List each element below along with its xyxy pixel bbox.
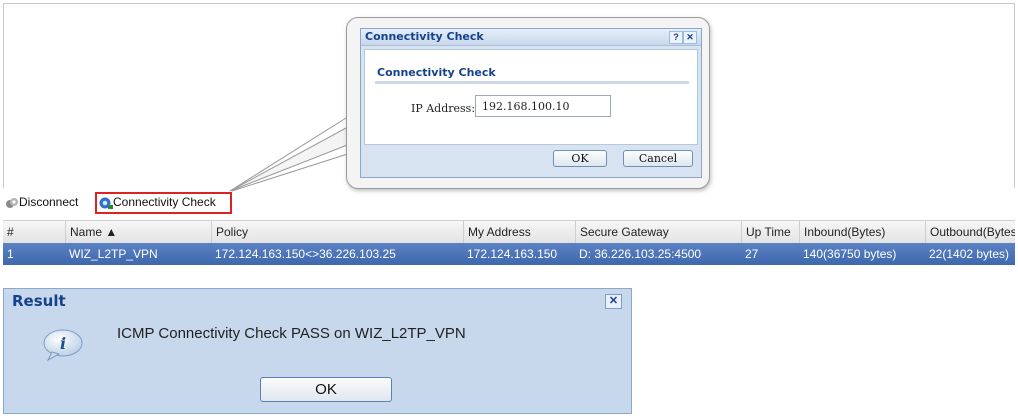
section-divider bbox=[375, 81, 689, 84]
table-row[interactable]: 1 WIZ_L2TP_VPN 172.124.163.150<>36.226.1… bbox=[3, 243, 1015, 265]
highlight-box bbox=[95, 192, 232, 214]
disconnect-button[interactable]: Disconnect bbox=[5, 194, 78, 210]
dialog-titlebar: Connectivity Check ? ✕ bbox=[361, 29, 701, 46]
column-header-name[interactable]: Name ▲ bbox=[65, 221, 211, 243]
connectivity-dialog: Connectivity Check ? ✕ Connectivity Chec… bbox=[360, 28, 702, 178]
column-header-outbound[interactable]: Outbound(Bytes bbox=[925, 221, 1015, 243]
result-dialog: Result ✕ i ICMP Connectivity Check PASS … bbox=[3, 288, 632, 414]
cell-outbound: 22(1402 bytes) bbox=[929, 247, 1010, 261]
column-header-index[interactable]: # bbox=[3, 221, 65, 243]
column-header-up-time[interactable]: Up Time bbox=[741, 221, 799, 243]
column-header-inbound[interactable]: Inbound(Bytes) bbox=[799, 221, 925, 243]
dialog-title: Connectivity Check bbox=[365, 30, 484, 43]
result-title: Result bbox=[12, 292, 66, 310]
help-icon[interactable]: ? bbox=[669, 31, 683, 44]
info-icon: i bbox=[43, 329, 83, 362]
cell-secure-gateway: D: 36.226.103.25:4500 bbox=[579, 247, 702, 261]
ip-address-input[interactable]: 192.168.100.10 bbox=[475, 95, 611, 117]
cell-my-address: 172.124.163.150 bbox=[467, 247, 558, 261]
dialog-body: Connectivity Check IP Address: 192.168.1… bbox=[364, 49, 698, 145]
section-title: Connectivity Check bbox=[377, 66, 496, 79]
disconnect-label: Disconnect bbox=[19, 195, 79, 209]
cell-up-time: 27 bbox=[745, 247, 759, 261]
disconnect-icon bbox=[6, 197, 18, 208]
column-header-policy[interactable]: Policy bbox=[211, 221, 463, 243]
column-header-secure-gateway[interactable]: Secure Gateway bbox=[575, 221, 741, 243]
ok-button[interactable]: OK bbox=[553, 150, 607, 167]
ip-address-label: IP Address: bbox=[411, 102, 476, 115]
close-icon[interactable]: ✕ bbox=[605, 294, 622, 309]
result-message: ICMP Connectivity Check PASS on WIZ_L2TP… bbox=[117, 325, 466, 342]
cell-name: WIZ_L2TP_VPN bbox=[69, 247, 158, 261]
result-ok-button[interactable]: OK bbox=[260, 377, 392, 402]
close-icon[interactable]: ✕ bbox=[683, 31, 697, 44]
svg-text:i: i bbox=[60, 334, 66, 353]
cell-policy: 172.124.163.150<>36.226.103.25 bbox=[215, 247, 396, 261]
cell-inbound: 140(36750 bytes) bbox=[803, 247, 897, 261]
cancel-button[interactable]: Cancel bbox=[623, 150, 693, 167]
table-header: # Name ▲ Policy My Address Secure Gatewa… bbox=[3, 220, 1015, 244]
column-header-my-address[interactable]: My Address bbox=[463, 221, 575, 243]
cell-index: 1 bbox=[7, 247, 14, 261]
